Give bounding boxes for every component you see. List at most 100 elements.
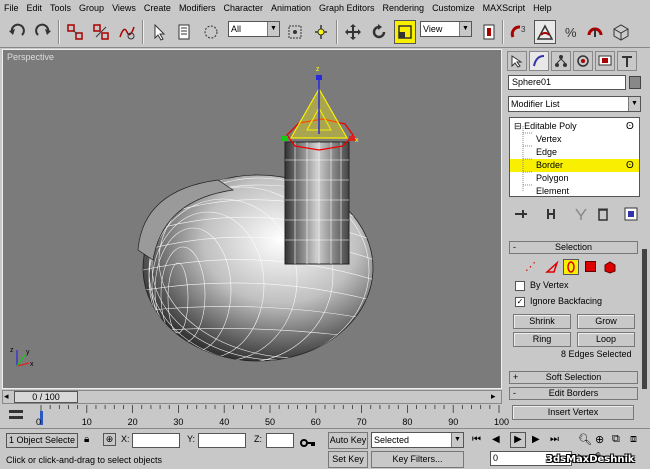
object-color-swatch[interactable]: [629, 76, 641, 89]
go-to-start-icon[interactable]: ⏮︎: [472, 434, 481, 445]
unlink-icon[interactable]: [90, 20, 112, 44]
track-tick-label: 90: [448, 417, 459, 427]
rotate-icon[interactable]: [368, 20, 390, 44]
insert-vertex-button[interactable]: Insert Vertex: [512, 405, 634, 420]
region-select-icon[interactable]: [200, 20, 222, 44]
menu-animation[interactable]: Animation: [267, 3, 315, 13]
go-to-end-icon[interactable]: ⏭︎: [550, 434, 559, 445]
polygon-mode-icon[interactable]: [585, 261, 596, 272]
show-end-result-icon[interactable]: ʘ: [626, 121, 634, 132]
zoom-extents-all-icon[interactable]: ⧈: [630, 433, 637, 446]
loop-button[interactable]: Loop: [577, 332, 635, 347]
menu-group[interactable]: Group: [75, 3, 108, 13]
y-coordinate-field[interactable]: [198, 433, 246, 448]
undo-icon[interactable]: [6, 20, 28, 44]
prev-frame-icon[interactable]: ◂: [4, 391, 9, 402]
utilities-tab-icon[interactable]: [617, 51, 637, 71]
edge-mode-icon[interactable]: [545, 260, 559, 276]
select-link-icon[interactable]: [64, 20, 86, 44]
lock-selection-icon[interactable]: 🔒︎: [84, 434, 89, 445]
z-label: Z:: [254, 434, 262, 444]
shrink-button[interactable]: Shrink: [513, 314, 571, 329]
percent-snap-icon[interactable]: %: [560, 20, 582, 44]
hierarchy-tab-icon[interactable]: [551, 51, 571, 71]
by-vertex-checkbox[interactable]: [515, 281, 525, 291]
ring-button[interactable]: Ring: [513, 332, 571, 347]
modify-tab-icon[interactable]: [529, 51, 549, 71]
menu-customize[interactable]: Customize: [428, 3, 479, 13]
next-frame-button-icon[interactable]: ▶︎: [532, 434, 540, 445]
spinner-snap-icon[interactable]: [584, 20, 606, 44]
time-slider[interactable]: 0 / 100 ◂ ▸: [2, 390, 502, 404]
move-icon[interactable]: [342, 20, 364, 44]
menu-views[interactable]: Views: [108, 3, 140, 13]
x-coordinate-field[interactable]: [132, 433, 180, 448]
svg-text:3: 3: [521, 25, 526, 34]
menu-file[interactable]: File: [0, 3, 23, 13]
reference-coordinate-dropdown[interactable]: View ▼: [420, 21, 472, 37]
zoom-all-icon[interactable]: ⊕: [595, 433, 604, 446]
selection-filter-dropdown[interactable]: All ▼: [228, 21, 280, 37]
scale-icon[interactable]: [394, 20, 416, 44]
menu-help[interactable]: Help: [529, 3, 556, 13]
border-mode-icon[interactable]: [563, 259, 579, 275]
ignore-backfacing-checkbox[interactable]: ✓: [515, 297, 525, 307]
select-and-move-window-icon[interactable]: [284, 20, 306, 44]
set-key-button[interactable]: Set Key: [328, 451, 368, 468]
absolute-mode-icon[interactable]: ⊕: [103, 433, 116, 446]
menu-create[interactable]: Create: [140, 3, 175, 13]
create-tab-icon[interactable]: [507, 51, 527, 71]
next-frame-icon[interactable]: ▸: [491, 391, 496, 402]
scene-canvas[interactable]: z x z y x: [3, 50, 503, 390]
track-tick-label: 50: [265, 417, 276, 427]
menu-tools[interactable]: Tools: [46, 3, 75, 13]
perspective-viewport[interactable]: Perspective z x z y x: [2, 49, 502, 389]
select-and-manipulate-icon[interactable]: [310, 20, 332, 44]
edit-named-selection-icon[interactable]: [610, 20, 632, 44]
angle-snap-icon[interactable]: [534, 20, 556, 44]
pin-stack-icon[interactable]: [513, 206, 529, 224]
remove-modifier-icon[interactable]: [595, 206, 611, 224]
modifier-list-dropdown[interactable]: Modifier List ▼: [508, 96, 641, 112]
soft-selection-rollout-header[interactable]: + Soft Selection: [509, 371, 638, 384]
menu-maxscript[interactable]: MAXScript: [479, 3, 530, 13]
time-slider-thumb[interactable]: 0 / 100: [14, 391, 78, 403]
key-mode-dropdown[interactable]: Selected ▼: [371, 432, 464, 448]
auto-key-button[interactable]: Auto Key: [328, 432, 368, 449]
menu-modifiers[interactable]: Modifiers: [175, 3, 220, 13]
track-bar[interactable]: 0 10 20 30 40 50 60 70 80 90 100: [0, 405, 509, 427]
element-mode-icon[interactable]: [603, 260, 617, 276]
previous-frame-icon[interactable]: ◀︎: [492, 434, 500, 445]
select-object-icon[interactable]: [148, 20, 170, 44]
prompt-text: Click or click-and-drag to select object…: [6, 455, 163, 465]
menu-character[interactable]: Character: [219, 3, 267, 13]
redo-icon[interactable]: [32, 20, 54, 44]
set-key-icon[interactable]: [300, 435, 316, 453]
play-icon[interactable]: ▶︎: [510, 432, 526, 448]
zoom-extents-icon[interactable]: ⧉: [612, 433, 620, 446]
object-name-field[interactable]: Sphere01: [508, 75, 626, 90]
show-end-result-toggle-icon[interactable]: [543, 206, 559, 224]
zoom-icon[interactable]: 🔍︎: [578, 433, 592, 446]
bind-space-warp-icon[interactable]: [116, 20, 138, 44]
edit-borders-rollout-header[interactable]: - Edit Borders: [509, 387, 638, 400]
menu-rendering[interactable]: Rendering: [379, 3, 429, 13]
configure-modifier-sets-icon[interactable]: [623, 206, 639, 224]
svg-text:y: y: [26, 349, 30, 356]
z-coordinate-field[interactable]: [266, 433, 294, 448]
motion-tab-icon[interactable]: [573, 51, 593, 71]
key-filters-button[interactable]: Key Filters...: [371, 451, 464, 468]
pivot-center-icon[interactable]: [478, 20, 500, 44]
menu-edit[interactable]: Edit: [23, 3, 47, 13]
snap-3d-icon[interactable]: 3: [508, 20, 530, 44]
track-tick-label: 20: [127, 417, 138, 427]
vertex-mode-icon[interactable]: ⋰: [525, 260, 536, 273]
make-unique-icon[interactable]: [573, 206, 589, 224]
mini-curve-editor-icon[interactable]: [8, 407, 24, 425]
selection-rollout-header[interactable]: - Selection: [509, 241, 638, 254]
display-tab-icon[interactable]: [595, 51, 615, 71]
select-by-name-icon[interactable]: [174, 20, 196, 44]
grow-button[interactable]: Grow: [577, 314, 635, 329]
menu-graph-editors[interactable]: Graph Editors: [315, 3, 379, 13]
panel-scrollbar[interactable]: [642, 249, 647, 389]
